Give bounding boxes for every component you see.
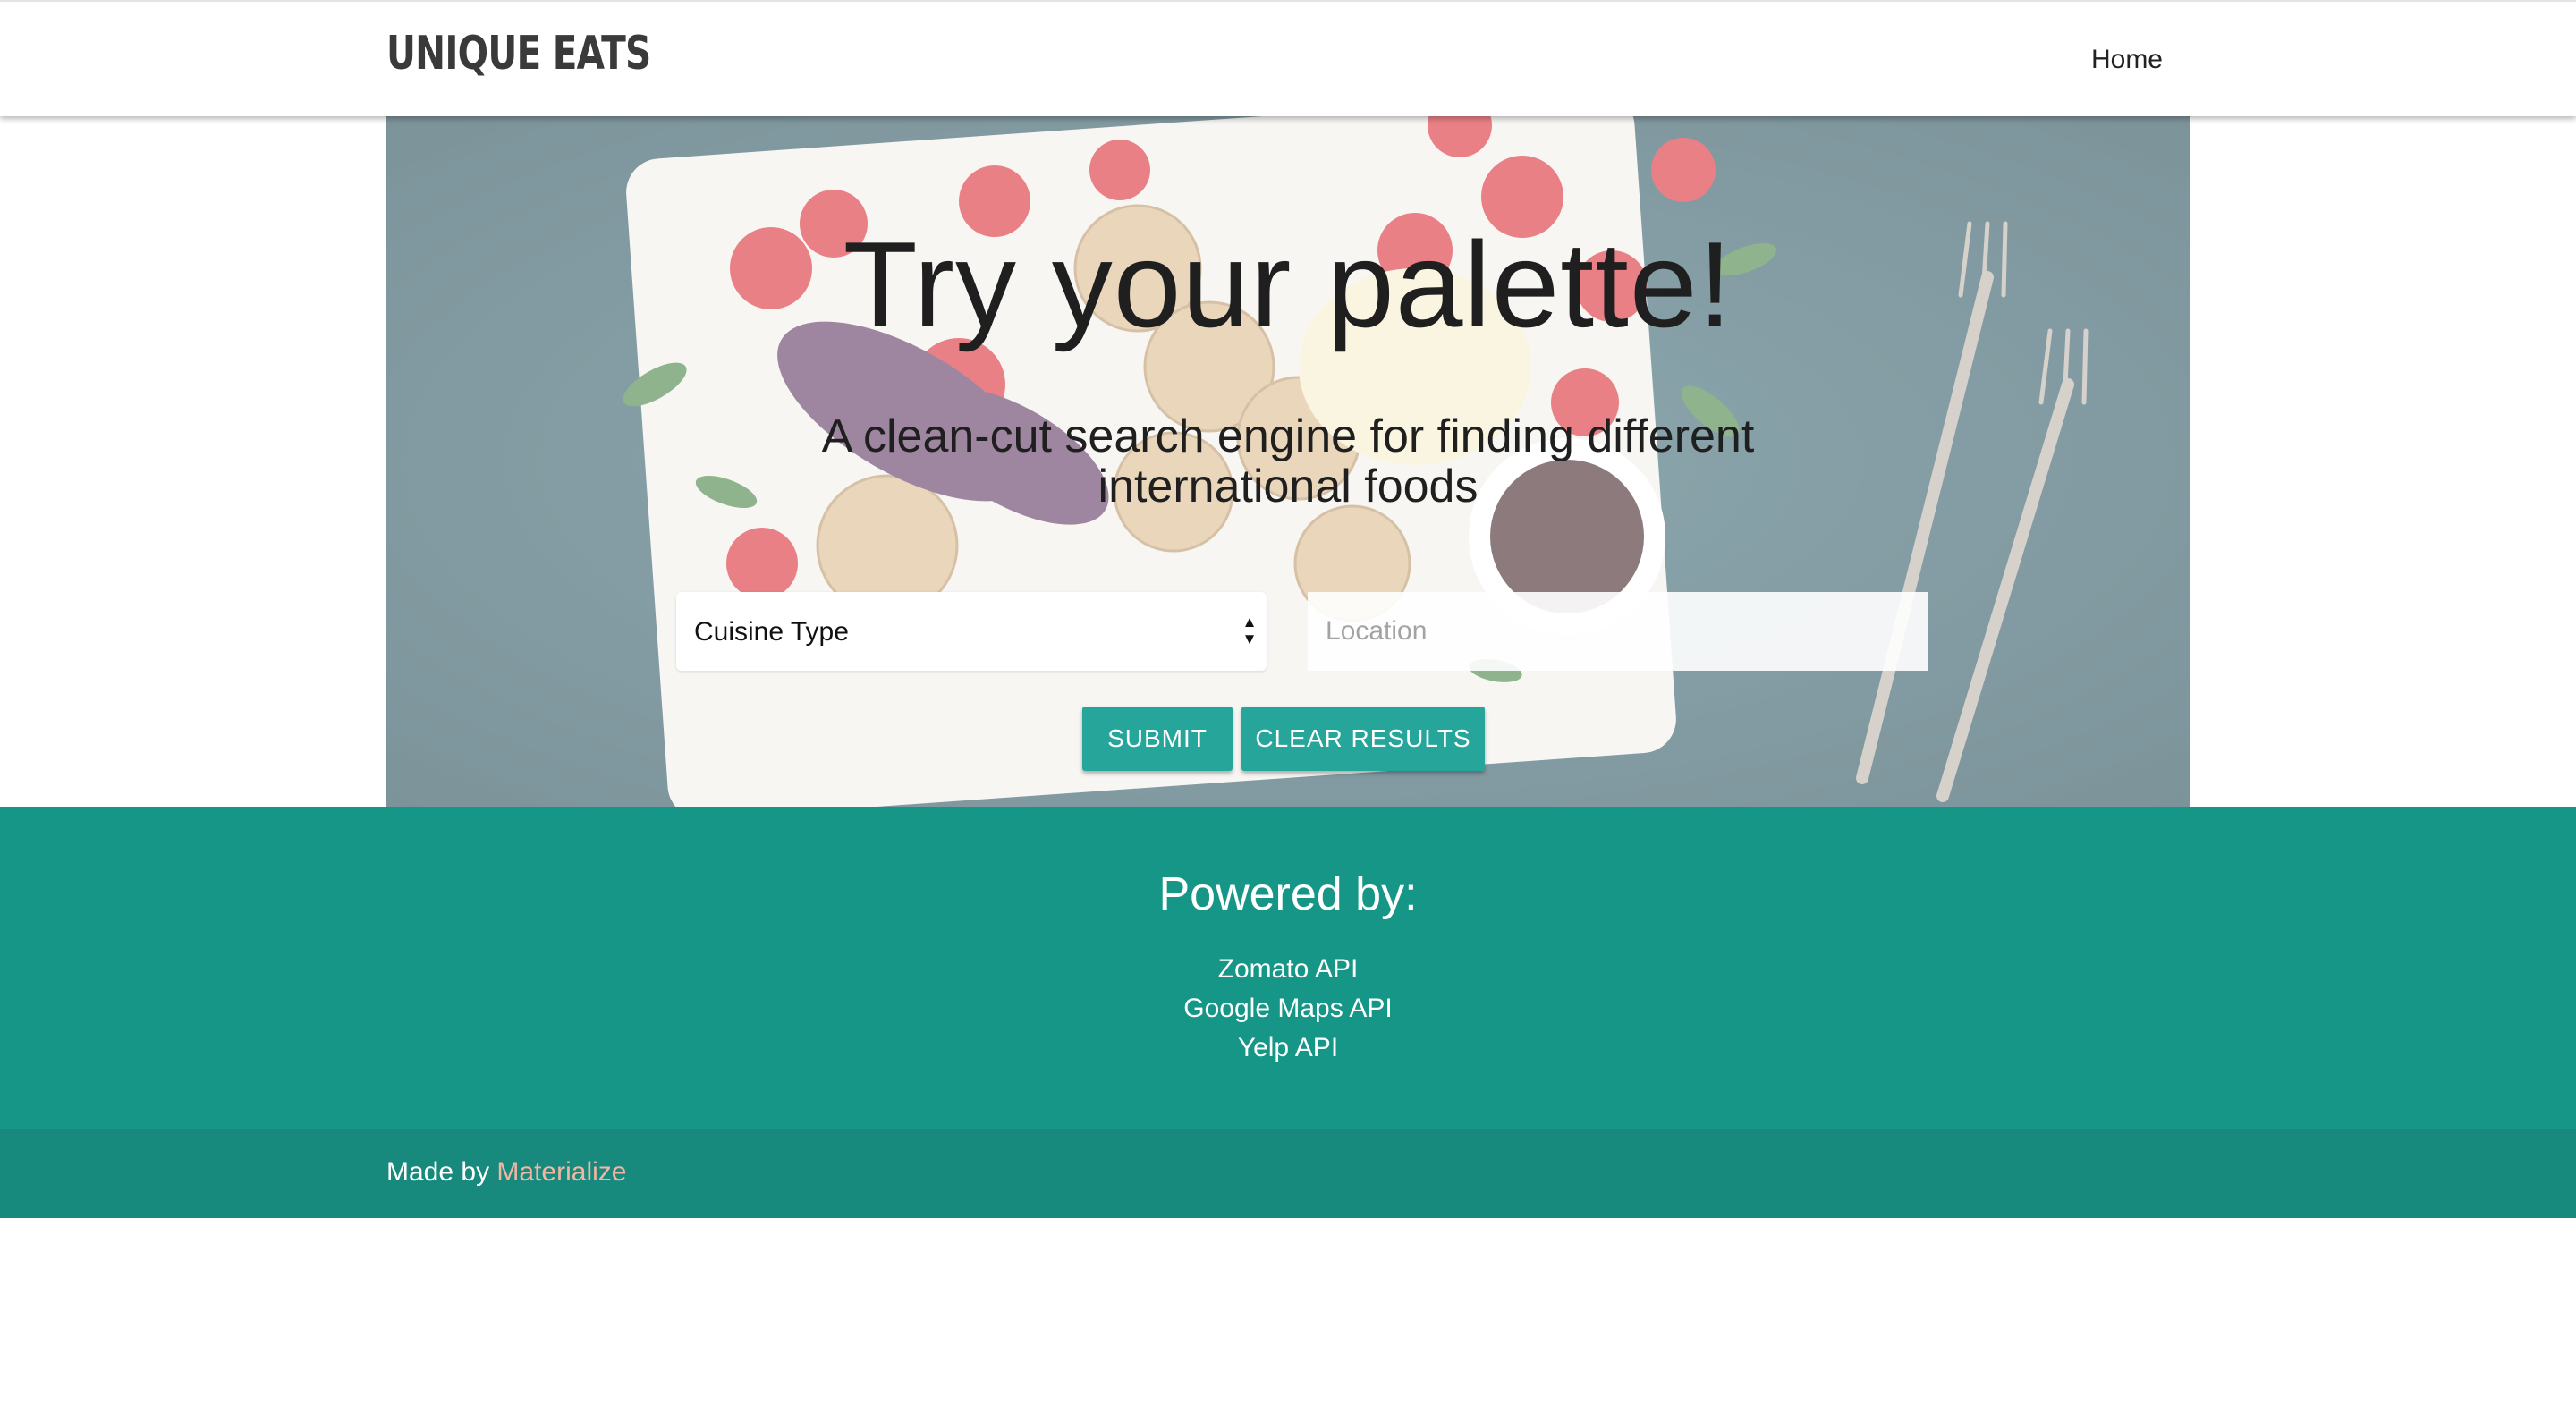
footer-heading: Powered by: bbox=[1158, 868, 1418, 920]
location-input[interactable] bbox=[1308, 592, 1928, 671]
footer-copyright-bar: Made by Materialize bbox=[0, 1129, 2576, 1218]
up-down-arrows-icon: ▲ ▼ bbox=[1241, 613, 1258, 647]
powered-by-list: Zomato API Google Maps API Yelp API bbox=[0, 950, 2576, 1068]
powered-by-zomato[interactable]: Zomato API bbox=[0, 950, 2576, 989]
made-by-prefix: Made by bbox=[386, 1157, 490, 1187]
powered-by-yelp[interactable]: Yelp API bbox=[0, 1028, 2576, 1068]
powered-by-google-maps[interactable]: Google Maps API bbox=[0, 989, 2576, 1028]
page-footer: Powered by: Zomato API Google Maps API Y… bbox=[0, 807, 2576, 1129]
clear-results-button[interactable]: CLEAR RESULTS bbox=[1241, 706, 1485, 771]
made-by-text: Made by Materialize bbox=[386, 1157, 626, 1188]
nav-link-home[interactable]: Home bbox=[2091, 45, 2163, 75]
cuisine-select-value: Cuisine Type bbox=[694, 617, 849, 647]
hero-title: Try your palette! bbox=[843, 216, 1733, 352]
submit-button[interactable]: SUBMIT bbox=[1082, 706, 1233, 771]
cuisine-type-select[interactable]: Cuisine Type ▲ ▼ bbox=[676, 592, 1267, 671]
hero-subtitle: A clean-cut search engine for finding di… bbox=[821, 410, 1755, 512]
hero-section: Try your palette! A clean-cut search eng… bbox=[386, 116, 2190, 807]
brand-logo[interactable]: UNIQUE EATS bbox=[386, 27, 651, 80]
top-navbar: UNIQUE EATS Home bbox=[0, 0, 2576, 116]
materialize-link[interactable]: Materialize bbox=[496, 1157, 626, 1187]
